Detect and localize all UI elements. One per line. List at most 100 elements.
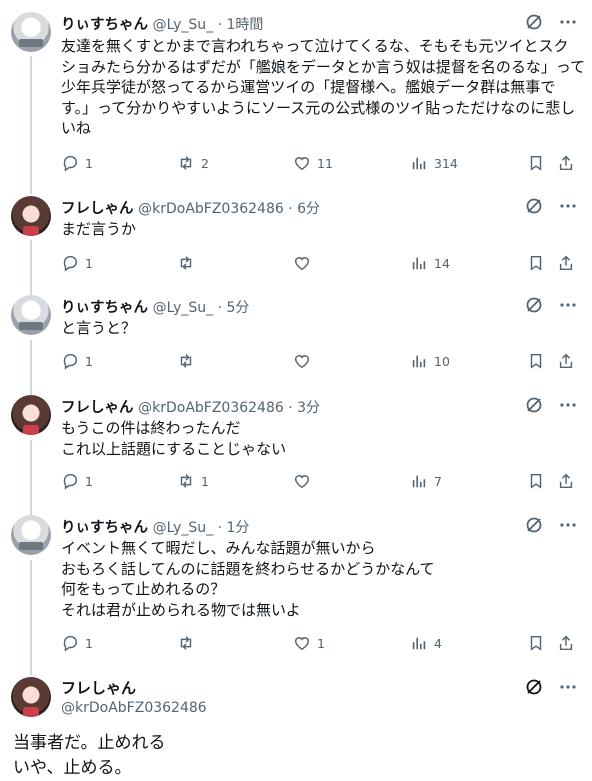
tweet[interactable]: りぃすちゃん @Ly_Su_ · 1分 イベント無くて暇だし、みんな話題が無いか… [0,505,592,665]
reply-button[interactable]: 1 [61,470,93,492]
avatar[interactable] [11,196,51,236]
like-button[interactable] [293,470,317,492]
views-icon [412,475,426,488]
tweet[interactable]: りぃすちゃん @Ly_Su_ · 5分 と言うと？ 1 10 [0,285,592,385]
tweet-header: りぃすちゃん @Ly_Su_ · 1分 [61,516,249,536]
display-name[interactable]: りぃすちゃん [61,300,148,316]
bookmark-button[interactable] [527,252,545,274]
share-button[interactable] [557,152,575,174]
handle-and-time[interactable]: @Ly_Su_ · 1時間 [153,17,264,33]
views-button[interactable]: 4 [410,632,442,654]
share-button[interactable] [557,470,575,492]
display-name[interactable]: フレしゃん [61,677,207,698]
share-button[interactable] [557,350,575,372]
main-tweet-text: 当事者だ。止めれる いや、止める。 [13,731,166,781]
tweet[interactable]: りぃすちゃん @Ly_Su_ · 1時間 友達を無くすとかまで言われちゃって泣け… [0,0,592,185]
retweet-button[interactable]: 1 [177,470,209,492]
display-name[interactable]: りぃすちゃん [61,17,148,33]
avatar[interactable] [11,295,51,335]
like-button[interactable]: 11 [293,152,333,174]
reply-icon [63,353,77,370]
handle-and-time[interactable]: @krDoAbFZ0362486 · 6分 [138,201,320,217]
tweet-actions: 1 1 7 [61,470,581,492]
heart-icon [294,257,310,271]
more-icon[interactable] [558,295,578,319]
bookmark-button[interactable] [527,632,545,654]
reply-button[interactable]: 1 [61,152,93,174]
avatar[interactable] [11,12,51,52]
handle-and-time[interactable]: @krDoAbFZ0362486 · 3分 [138,400,320,416]
grok-icon[interactable] [524,677,544,701]
tweet-actions: 1 1 4 [61,632,581,654]
grok-icon[interactable] [524,515,544,539]
views-button[interactable]: 14 [410,252,450,274]
grok-icon[interactable] [524,295,544,319]
bookmark-icon [530,155,542,171]
bookmark-icon [530,635,542,651]
more-icon[interactable] [558,515,578,539]
retweet-button[interactable]: 2 [177,152,209,174]
share-button[interactable] [557,252,575,274]
tweet-top-icons [524,677,578,701]
reply-button[interactable]: 1 [61,252,93,274]
tweet-text: まだ言うか [61,219,581,240]
retweet-button[interactable] [177,350,201,372]
reply-button[interactable]: 1 [61,350,93,372]
retweet-icon [180,474,192,488]
retweet-icon [180,354,192,368]
share-button[interactable] [557,632,575,654]
views-button[interactable]: 10 [410,350,450,372]
display-name[interactable]: りぃすちゃん [61,520,148,536]
views-button[interactable]: 7 [410,470,442,492]
heart-icon [294,475,310,489]
tweet-top-icons [524,515,578,539]
avatar[interactable] [11,395,51,435]
text-line: もうこの件は終わったんだ [61,419,241,437]
more-icon[interactable] [558,677,578,701]
grok-icon[interactable] [524,12,544,36]
avatar[interactable] [11,677,51,717]
avatar[interactable] [11,515,51,555]
tweet-text: 友達を無くすとかまで言われちゃって泣けてくるな、そもそも元ツイとスク ショみたら… [61,36,586,139]
views-icon [412,355,426,368]
main-tweet[interactable]: フレしゃん @krDoAbFZ0362486 当事者だ。止めれる いや、止める。 [0,665,592,778]
share-icon [559,155,573,171]
handle[interactable]: @krDoAbFZ0362486 [61,700,207,716]
display-name[interactable]: フレしゃん [61,400,134,416]
grok-icon[interactable] [524,395,544,419]
share-icon [559,353,573,369]
retweet-icon [180,256,192,270]
like-button[interactable] [293,252,317,274]
bookmark-button[interactable] [527,152,545,174]
tweet-header: りぃすちゃん @Ly_Su_ · 1時間 [61,13,263,33]
text-line: す。」って分かりやすいようにソース元の公式様のツイ貼っただけなのに悲し [61,98,576,117]
text-line: ショみたら分かるはずだが「艦娘をデータとか言う奴は提督を名のるな」って [61,57,586,76]
handle-and-time[interactable]: @Ly_Su_ · 5分 [153,300,250,316]
bookmark-button[interactable] [527,470,545,492]
grok-icon[interactable] [524,196,544,220]
display-name[interactable]: フレしゃん [61,201,134,217]
share-icon [559,635,573,651]
handle-and-time[interactable]: @Ly_Su_ · 1分 [153,520,250,536]
text-line: いや、止める。 [13,758,132,778]
more-icon[interactable] [558,395,578,419]
reply-button[interactable]: 1 [61,632,93,654]
like-button[interactable]: 1 [293,632,325,654]
views-icon [412,637,426,650]
text-line: 何をもって止めれるの？ [61,580,226,598]
retweet-button[interactable] [177,252,201,274]
tweet-top-icons [524,12,578,36]
tweet[interactable]: フレしゃん @krDoAbFZ0362486 · 3分 もうこの件は終わったんだ… [0,385,592,505]
tweet-header: フレしゃん @krDoAbFZ0362486 · 3分 [61,396,320,416]
more-icon[interactable] [558,12,578,36]
heart-icon [294,637,310,651]
retweet-button[interactable] [177,632,201,654]
tweet[interactable]: フレしゃん @krDoAbFZ0362486 · 6分 まだ言うか 1 14 [0,185,592,285]
like-button[interactable] [293,350,317,372]
share-icon [559,473,573,489]
text-line: おもろく話してんのに話題を終わらせるかどうかなんて [61,559,435,578]
views-button[interactable]: 314 [410,152,458,174]
more-icon[interactable] [558,196,578,220]
bookmark-icon [530,473,542,489]
bookmark-button[interactable] [527,350,545,372]
